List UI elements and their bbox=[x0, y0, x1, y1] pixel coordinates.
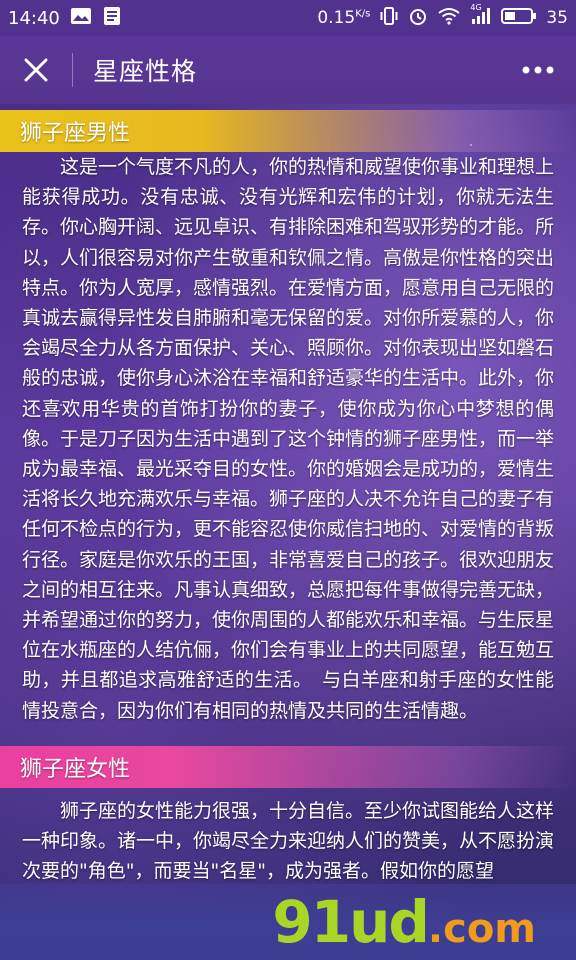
wifi-icon bbox=[437, 7, 461, 30]
header-divider bbox=[72, 53, 73, 87]
status-bar: 14:40 0.15K/s 4G 35 bbox=[0, 0, 576, 36]
vibrate-icon bbox=[379, 6, 399, 31]
status-time: 14:40 bbox=[8, 7, 60, 29]
close-icon bbox=[24, 58, 48, 82]
more-options-button[interactable] bbox=[518, 50, 558, 90]
battery-level: 35 bbox=[546, 8, 568, 28]
page-title: 星座性格 bbox=[93, 57, 198, 86]
section-body-female: 狮子座的女性能力很强，十分自信。至少你试图能给人这样一种印象。诸一中，你竭尽全力… bbox=[22, 800, 554, 883]
watermark-main: 91ud bbox=[272, 888, 430, 956]
close-button[interactable] bbox=[0, 36, 72, 104]
section-body-male: 这是一个气度不凡的人，你的热情和威望使你事业和理想上能获得成功。没有忠诚、没有光… bbox=[22, 156, 555, 722]
document-notification-icon bbox=[102, 6, 122, 31]
section-heading-female: 狮子座女性 bbox=[0, 746, 576, 788]
section-heading-male: 狮子座男性 bbox=[0, 110, 576, 152]
network-speed: 0.15K/s bbox=[317, 8, 371, 28]
network-type: 4G bbox=[470, 2, 482, 12]
battery-icon bbox=[501, 7, 537, 30]
picture-notification-icon bbox=[70, 7, 92, 30]
bottom-bar: 91ud .com bbox=[0, 884, 576, 960]
signal-icon: 4G bbox=[470, 3, 492, 30]
alarm-icon bbox=[408, 6, 428, 31]
watermark-logo: 91ud .com bbox=[272, 888, 536, 956]
app-bar: 星座性格 bbox=[0, 36, 576, 104]
watermark-tld: .com bbox=[427, 906, 536, 952]
article-content[interactable]: 狮子座男性 这是一个气度不凡的人，你的热情和威望使你事业和理想上能获得成功。没有… bbox=[0, 104, 576, 960]
more-dots-icon bbox=[522, 66, 554, 74]
